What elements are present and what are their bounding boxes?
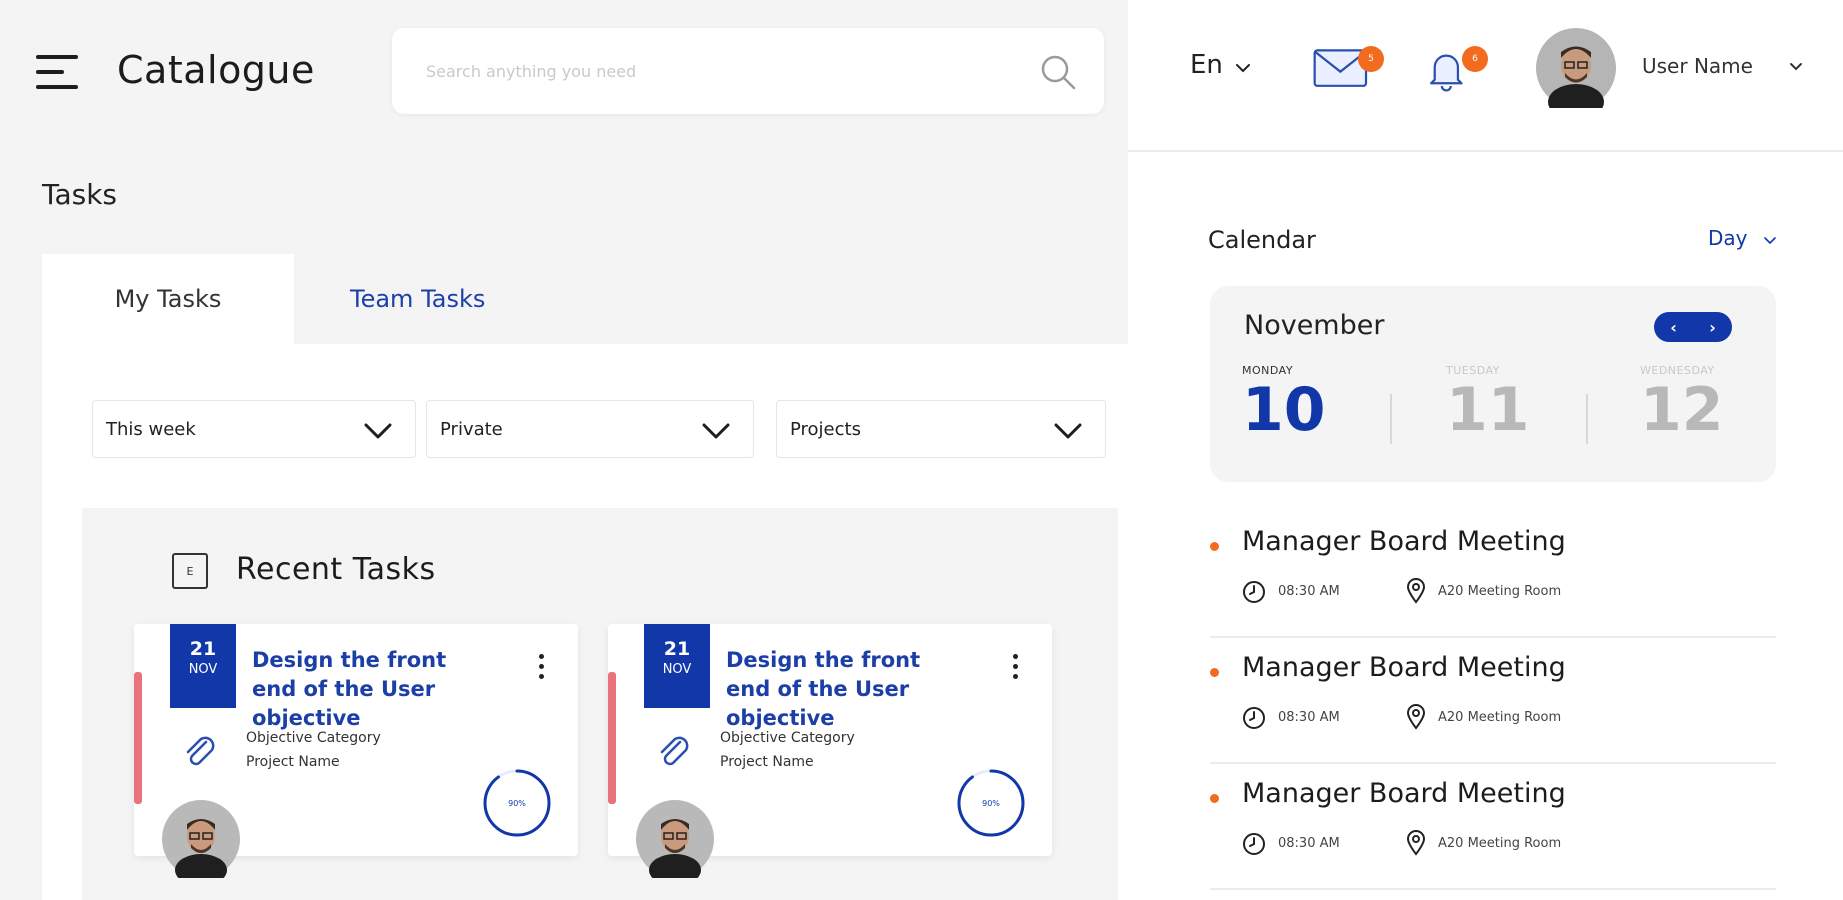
event-location: A20 Meeting Room bbox=[1438, 710, 1562, 725]
calendar-day-number: 10 bbox=[1242, 375, 1326, 445]
calendar-event[interactable]: Manager Board Meeting 08:30 AM A20 Meeti… bbox=[1210, 638, 1776, 764]
event-time: 08:30 AM bbox=[1278, 836, 1340, 851]
card-accent-bar bbox=[608, 672, 616, 804]
calendar-nav: ‹ › bbox=[1654, 312, 1732, 342]
filter-period-value: This week bbox=[106, 419, 196, 440]
progress-ring: 90% bbox=[480, 766, 554, 840]
event-dot bbox=[1210, 794, 1219, 803]
recent-tasks-section: E Recent Tasks 21 NOV Design the front e… bbox=[82, 508, 1118, 900]
search-bar bbox=[392, 28, 1104, 114]
tasks-heading: Tasks bbox=[42, 178, 118, 211]
clock-icon bbox=[1243, 833, 1265, 855]
event-dot bbox=[1210, 668, 1219, 677]
event-dot bbox=[1210, 542, 1219, 551]
tasks-panel: My Tasks Team Tasks This week Private Pr… bbox=[42, 254, 1128, 900]
search-icon[interactable] bbox=[1038, 52, 1078, 92]
event-time: 08:30 AM bbox=[1278, 710, 1340, 725]
task-project: Project Name bbox=[246, 754, 340, 770]
task-project: Project Name bbox=[720, 754, 814, 770]
more-options-icon[interactable] bbox=[536, 654, 546, 688]
task-date-badge: 21 NOV bbox=[644, 624, 710, 708]
tab-team-tasks[interactable]: Team Tasks bbox=[294, 254, 634, 344]
clock-icon bbox=[1243, 707, 1265, 729]
language-value: En bbox=[1190, 50, 1223, 80]
event-title: Manager Board Meeting bbox=[1242, 652, 1566, 683]
previous-day-button[interactable]: ‹ bbox=[1654, 312, 1693, 342]
side-panel: En 5 6 User Name Calendar Day November ‹… bbox=[1128, 0, 1843, 900]
assignee-avatar[interactable] bbox=[162, 800, 240, 878]
task-title[interactable]: Design the front end of the User objecti… bbox=[726, 646, 966, 733]
chevron-down-icon bbox=[1054, 423, 1082, 439]
filter-projects-value: Projects bbox=[790, 419, 861, 440]
main-area: Catalogue Tasks My Tasks Team Tasks This… bbox=[0, 0, 1128, 900]
task-card[interactable]: 21 NOV Design the front end of the User … bbox=[608, 624, 1052, 878]
calendar-month: November bbox=[1244, 310, 1385, 341]
hamburger-menu-icon[interactable] bbox=[36, 55, 78, 89]
assignee-avatar[interactable] bbox=[636, 800, 714, 878]
calendar-view-selector[interactable]: Day bbox=[1708, 226, 1776, 250]
next-day-button[interactable]: › bbox=[1693, 312, 1732, 342]
event-location: A20 Meeting Room bbox=[1438, 584, 1562, 599]
user-name[interactable]: User Name bbox=[1642, 54, 1753, 78]
progress-label: 90% bbox=[508, 798, 526, 808]
chevron-down-icon[interactable] bbox=[1789, 62, 1803, 72]
app-title: Catalogue bbox=[117, 48, 315, 92]
calendar-heading: Calendar bbox=[1208, 226, 1316, 254]
recent-tasks-icon: E bbox=[172, 553, 208, 589]
clock-icon bbox=[1243, 581, 1265, 603]
filter-visibility-value: Private bbox=[440, 419, 503, 440]
tab-my-tasks[interactable]: My Tasks bbox=[42, 254, 294, 344]
paperclip-icon bbox=[186, 736, 215, 766]
day-divider bbox=[1390, 394, 1392, 444]
calendar-view-value: Day bbox=[1708, 226, 1748, 250]
task-category: Objective Category bbox=[720, 730, 855, 746]
user-avatar[interactable] bbox=[1536, 28, 1616, 108]
chevron-down-icon bbox=[702, 423, 730, 439]
more-options-icon[interactable] bbox=[1010, 654, 1020, 688]
task-title[interactable]: Design the front end of the User objecti… bbox=[252, 646, 492, 733]
notifications-button[interactable]: 6 bbox=[1424, 40, 1488, 96]
tasks-panel-body: This week Private Projects E Recent Task… bbox=[42, 344, 1128, 900]
calendar-card: November ‹ › MONDAY 10 TUESDAY 11 WEDNES… bbox=[1210, 286, 1776, 482]
event-title: Manager Board Meeting bbox=[1242, 526, 1566, 557]
filter-projects-select[interactable]: Projects bbox=[776, 400, 1106, 458]
calendar-day[interactable]: WEDNESDAY 12 bbox=[1640, 364, 1724, 443]
task-category: Objective Category bbox=[246, 730, 381, 746]
day-divider bbox=[1586, 394, 1588, 444]
location-pin-icon bbox=[1406, 704, 1426, 730]
location-pin-icon bbox=[1406, 830, 1426, 856]
calendar-event[interactable]: Manager Board Meeting 08:30 AM A20 Meeti… bbox=[1210, 764, 1776, 890]
progress-label: 90% bbox=[982, 798, 1000, 808]
task-date-month: NOV bbox=[188, 662, 218, 677]
notifications-badge: 6 bbox=[1462, 46, 1488, 72]
recent-tasks-title: Recent Tasks bbox=[236, 552, 436, 587]
mail-button[interactable]: 5 bbox=[1312, 40, 1384, 94]
filter-period-select[interactable]: This week bbox=[92, 400, 416, 458]
calendar-day[interactable]: TUESDAY 11 bbox=[1446, 364, 1530, 443]
event-location: A20 Meeting Room bbox=[1438, 836, 1562, 851]
chevron-down-icon bbox=[364, 423, 392, 439]
task-date-badge: 21 NOV bbox=[170, 624, 236, 708]
calendar-day-number: 12 bbox=[1640, 375, 1724, 445]
task-date-month: NOV bbox=[662, 662, 692, 677]
paperclip-icon bbox=[660, 736, 689, 766]
task-date-day: 21 bbox=[189, 638, 217, 660]
calendar-event[interactable]: Manager Board Meeting 08:30 AM A20 Meeti… bbox=[1210, 512, 1776, 638]
search-input[interactable] bbox=[426, 54, 1006, 88]
location-pin-icon bbox=[1406, 578, 1426, 604]
filter-visibility-select[interactable]: Private bbox=[426, 400, 754, 458]
task-date-day: 21 bbox=[663, 638, 691, 660]
chevron-down-icon bbox=[1236, 64, 1251, 73]
card-accent-bar bbox=[134, 672, 142, 804]
language-selector[interactable]: En bbox=[1190, 50, 1251, 80]
mail-badge: 5 bbox=[1358, 46, 1384, 72]
event-title: Manager Board Meeting bbox=[1242, 778, 1566, 809]
calendar-day[interactable]: MONDAY 10 bbox=[1242, 364, 1326, 443]
top-bar: En 5 6 User Name bbox=[1128, 0, 1843, 152]
event-time: 08:30 AM bbox=[1278, 584, 1340, 599]
chevron-down-icon bbox=[1764, 237, 1776, 245]
task-card[interactable]: 21 NOV Design the front end of the User … bbox=[134, 624, 578, 878]
progress-ring: 90% bbox=[954, 766, 1028, 840]
calendar-day-number: 11 bbox=[1446, 375, 1530, 445]
